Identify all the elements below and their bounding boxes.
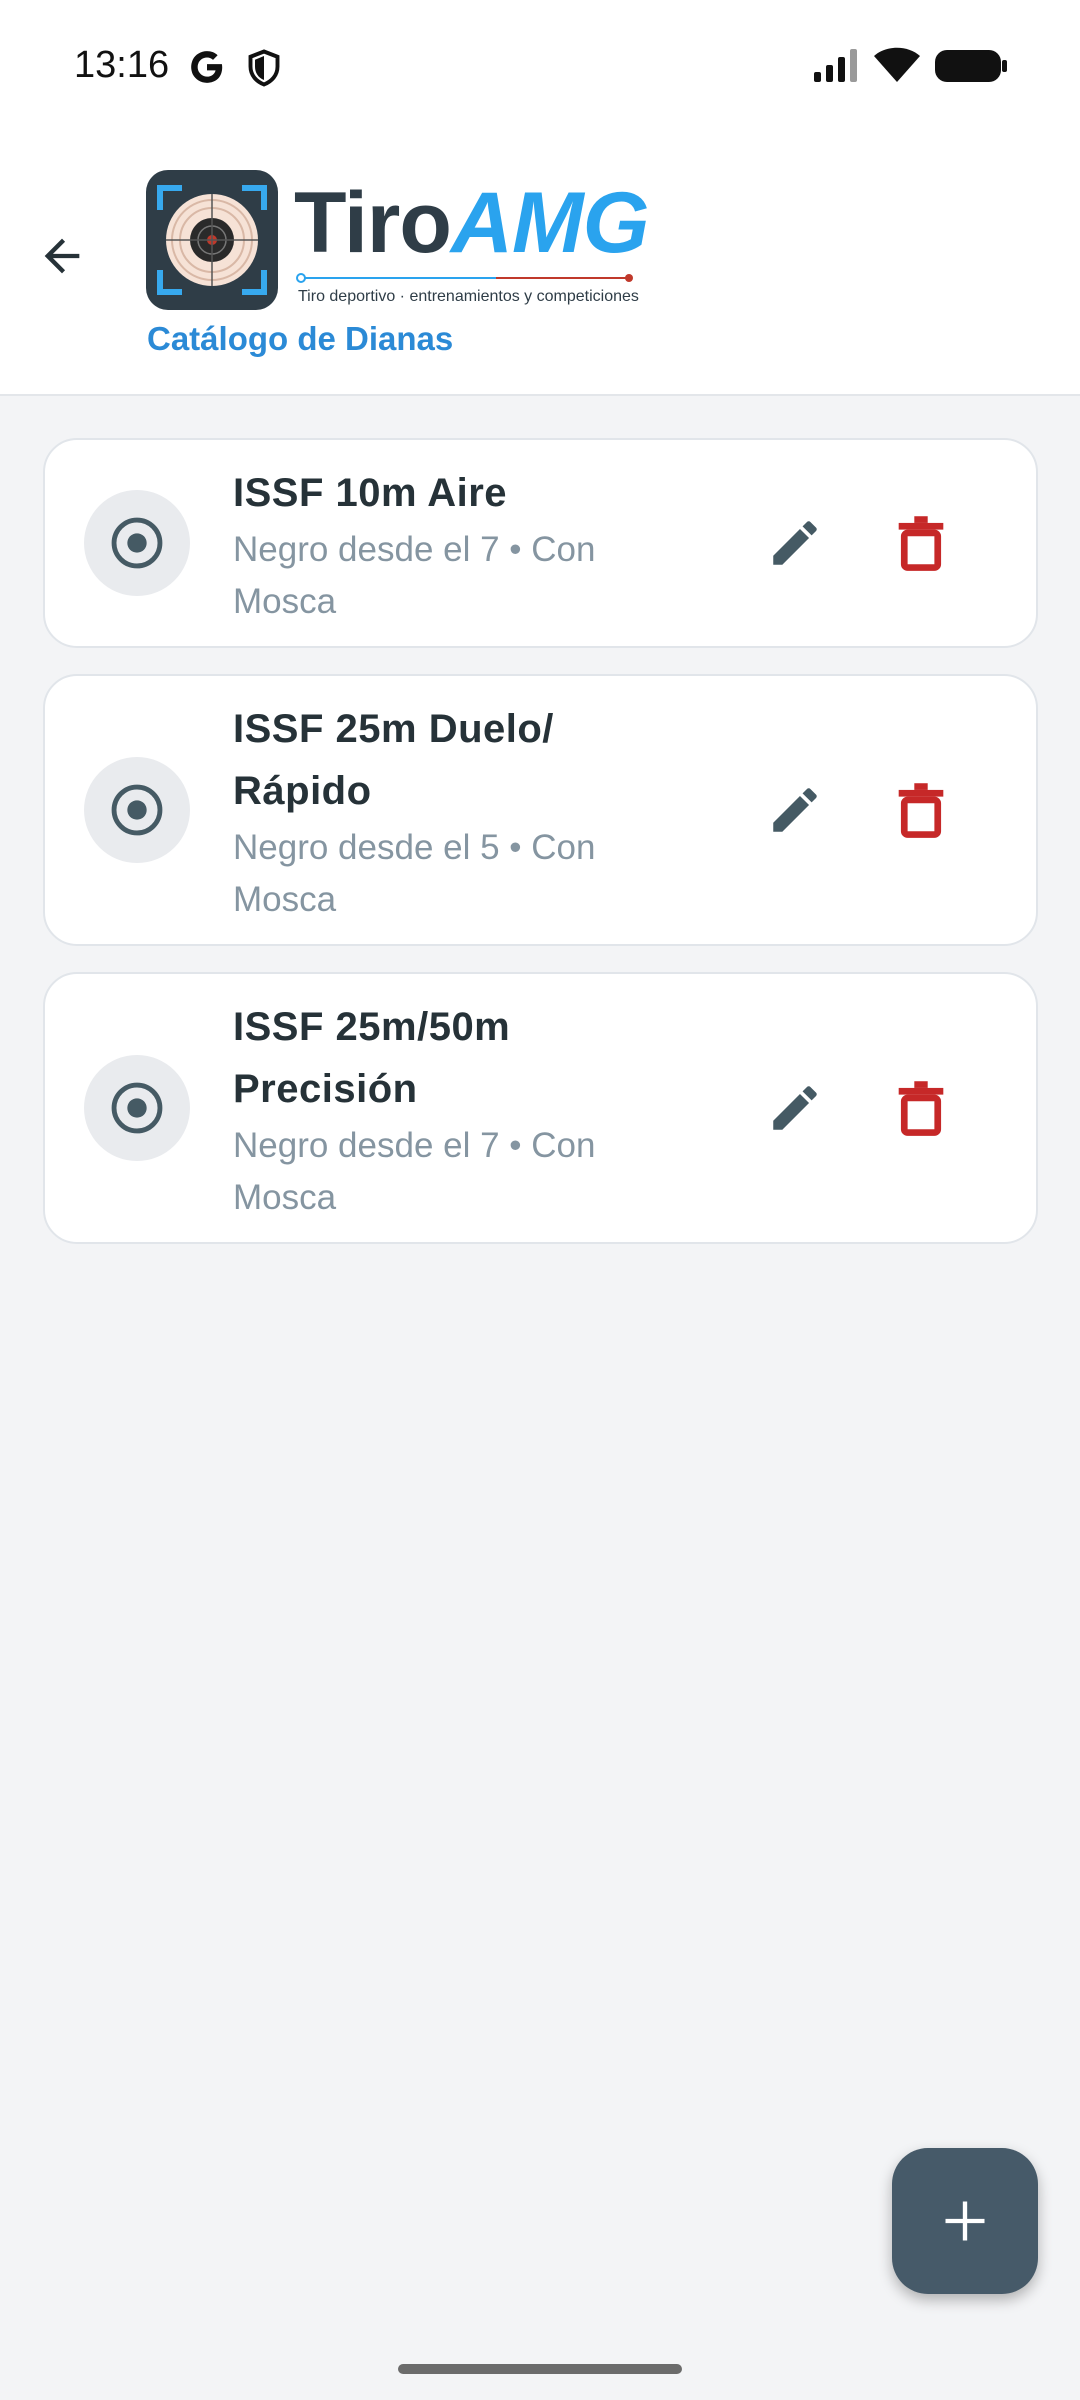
target-subtitle: Negro desde el 5 • Con Mosca <box>233 828 596 919</box>
edit-button[interactable] <box>755 503 835 583</box>
delete-button[interactable] <box>881 1068 961 1148</box>
add-target-button[interactable] <box>892 2148 1038 2294</box>
signal-icon <box>814 49 857 82</box>
app-bar: TiroAMG Tiro deportivo · entrenamientos … <box>0 130 1080 396</box>
logo-name-amg: AMG <box>450 175 650 271</box>
target-subtitle: Negro desde el 7 • Con Mosca <box>233 1126 596 1217</box>
edit-button[interactable] <box>755 770 835 850</box>
page-subtitle: Catálogo de Dianas <box>147 320 454 357</box>
list-item[interactable]: ISSF 25m Duelo/ Rápido Negro desde el 5 … <box>43 674 1038 946</box>
trash-icon <box>898 1081 944 1136</box>
logo-tagline: Tiro deportivo · entrenamientos y compet… <box>298 288 639 305</box>
list-item[interactable]: ISSF 10m Aire Negro desde el 7 • Con Mos… <box>43 438 1038 648</box>
plus-icon <box>945 2201 985 2241</box>
arrow-back-icon <box>44 238 80 274</box>
shield-icon <box>248 49 280 87</box>
trash-icon <box>898 516 944 571</box>
target-icon-container <box>84 1055 190 1161</box>
logo-underline <box>296 273 633 283</box>
target-icon <box>111 784 163 836</box>
battery-icon <box>935 50 1007 82</box>
delete-button[interactable] <box>881 503 961 583</box>
list-item[interactable]: ISSF 25m/50m Precisión Negro desde el 7 … <box>43 972 1038 1244</box>
target-icon <box>111 1082 163 1134</box>
card-text: ISSF 25m Duelo/ Rápido Negro desde el 5 … <box>233 698 653 926</box>
logo-wordmark: TiroAMG <box>294 180 650 266</box>
target-list: ISSF 10m Aire Negro desde el 7 • Con Mos… <box>43 438 1038 1270</box>
status-bar: 13:16 <box>0 0 1080 130</box>
target-icon-container <box>84 757 190 863</box>
pencil-icon <box>773 1086 817 1130</box>
pencil-icon <box>773 521 817 565</box>
trash-icon <box>898 783 944 838</box>
pencil-icon <box>773 788 817 832</box>
app-logo: TiroAMG Tiro deportivo · entrenamientos … <box>146 170 650 310</box>
target-title: ISSF 10m Aire <box>233 471 508 515</box>
edit-button[interactable] <box>755 1068 835 1148</box>
wifi-icon <box>874 47 920 82</box>
delete-button[interactable] <box>881 770 961 850</box>
target-logo-icon <box>146 170 278 310</box>
target-subtitle: Negro desde el 7 • Con Mosca <box>233 530 596 621</box>
target-title: ISSF 25m Duelo/ Rápido <box>233 707 554 813</box>
google-g-icon <box>191 51 223 83</box>
back-button[interactable] <box>30 224 94 288</box>
target-icon <box>111 517 163 569</box>
home-indicator[interactable] <box>398 2364 682 2374</box>
card-text: ISSF 10m Aire Negro desde el 7 • Con Mos… <box>233 462 653 628</box>
logo-name-tiro: Tiro <box>294 175 452 271</box>
target-title: ISSF 25m/50m Precisión <box>233 1005 511 1111</box>
status-time: 13:16 <box>74 44 170 86</box>
target-icon-container <box>84 490 190 596</box>
card-text: ISSF 25m/50m Precisión Negro desde el 7 … <box>233 996 653 1224</box>
